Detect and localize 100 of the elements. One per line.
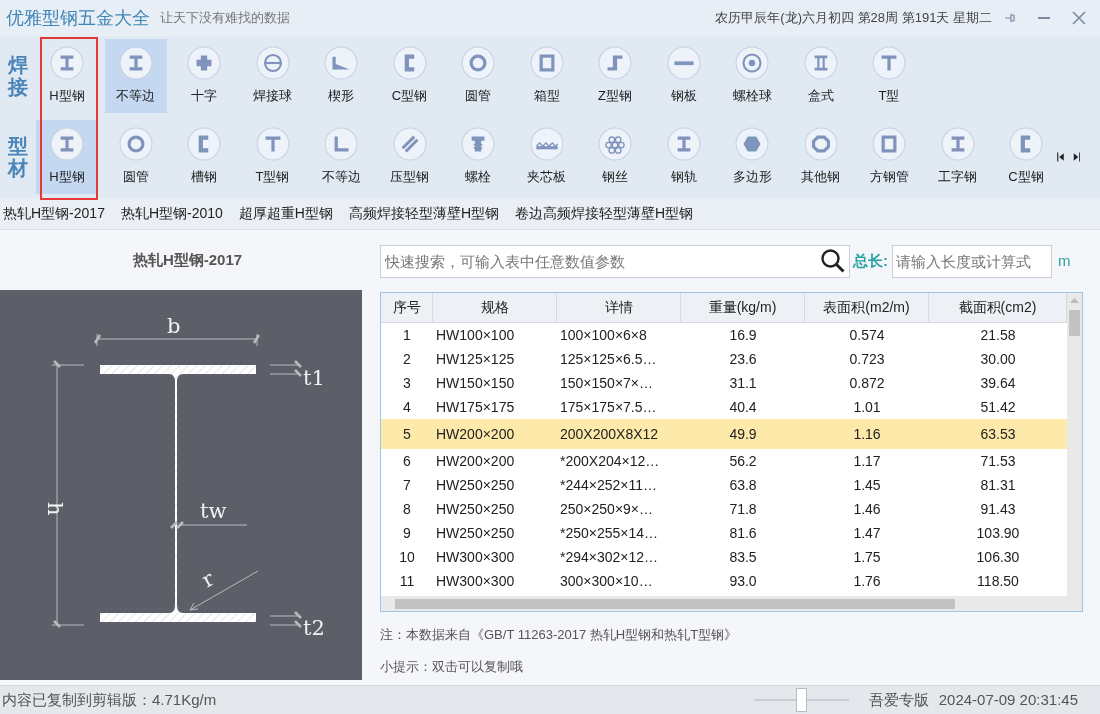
section-tool-button[interactable]: 盒式 (789, 39, 852, 113)
profile-title: 热轧H型钢-2017 (131, 249, 243, 270)
table-cell-text: 83.5 (729, 547, 757, 567)
section-tool-button[interactable]: 方钢管 (858, 120, 920, 194)
search-icon[interactable] (820, 248, 846, 274)
scroll-up-icon[interactable] (1069, 296, 1080, 304)
subtype-tab[interactable]: 超厚超重H型钢 (238, 203, 333, 224)
section-tool-button[interactable]: 不等边 (104, 39, 167, 113)
group-label: 型材 (8, 135, 28, 179)
section-tool-button[interactable]: 钢丝 (584, 120, 646, 194)
scroll-right-icon[interactable] (1072, 150, 1080, 164)
length-field[interactable]: 请输入长度或计算式 (892, 245, 1052, 278)
table-cell-text: 0.872 (849, 373, 885, 393)
source-note: 注：本数据来自《GB/T 11263-2017 热轧H型钢和热轧T型钢》 (380, 626, 739, 644)
section-tool-button[interactable]: H型钢 (36, 120, 98, 194)
table-cell-text: 1.46 (853, 499, 881, 519)
table-cell-text: 81.6 (729, 523, 757, 543)
tee-icon (255, 127, 290, 162)
table-cell-text: 200X200X8X12 (560, 424, 659, 444)
table-cell-text: 5 (403, 424, 411, 444)
status-message: 内容已复制到剪辑版：4.71Kg/m (2, 689, 217, 710)
section-tool-button[interactable]: 夹芯板 (515, 120, 578, 194)
table-cell-text: 0.723 (849, 349, 885, 369)
column-header[interactable]: 表面积(m2/m) (805, 293, 929, 323)
scroll-left-icon[interactable] (1057, 150, 1065, 164)
subtype-tab[interactable]: 卷边高频焊接轻型薄壁H型钢 (515, 203, 694, 224)
subtype-tab[interactable]: 热轧H型钢-2017 (3, 203, 105, 224)
table-cell-text: *250×255×14… (560, 523, 659, 543)
table-cell-text: 56.2 (729, 451, 757, 471)
section-tool-button[interactable]: 钢板 (652, 39, 715, 113)
subtype-tab[interactable]: 高频焊接轻型薄壁H型钢 (348, 203, 500, 224)
section-tool-button[interactable]: 圆管 (447, 39, 509, 113)
section-tool-button[interactable]: 螺栓球 (721, 39, 783, 113)
wedge-icon (324, 46, 358, 81)
close-icon[interactable] (1072, 11, 1086, 25)
cross-icon (187, 46, 221, 81)
table-cell-text: 16.9 (729, 325, 757, 345)
angle-icon (324, 127, 358, 162)
table-cell-text: 63.53 (980, 424, 1016, 444)
table-cell-text: 23.6 (729, 349, 757, 369)
column-header[interactable]: 截面积(cm2) (929, 293, 1067, 323)
table-row[interactable]: 5 HW200×200 200X200X8X12 49.9 1.16 63.53 (381, 419, 1067, 449)
section-tool-button[interactable]: 焊接球 (241, 39, 304, 113)
section-tool-button[interactable]: T型 (858, 39, 920, 113)
section-tool-button[interactable]: 槽钢 (173, 120, 235, 194)
i-beam-icon (940, 127, 975, 162)
table-cell-text: 1.16 (853, 424, 881, 444)
section-tool-button[interactable]: 其他钢 (789, 120, 852, 194)
section-tool-button[interactable]: 工字钢 (926, 120, 989, 194)
table-cell-text: HW250×250 (436, 475, 515, 495)
table-cell-text: 150×150×7×… (560, 373, 654, 393)
i-beam-icon (50, 127, 84, 162)
table-cell-text: 63.8 (729, 475, 757, 495)
column-header[interactable]: 规格 (433, 293, 557, 323)
bolt-icon (461, 127, 495, 162)
table-cell-text: 1.76 (853, 571, 881, 591)
vertical-scrollbar[interactable] (1067, 293, 1082, 596)
ring-icon (461, 46, 495, 81)
scrollbar-thumb[interactable] (395, 598, 955, 609)
scrollbar-thumb[interactable] (1069, 310, 1080, 336)
section-tool-button[interactable]: 箱型 (515, 39, 578, 113)
section-tool-button[interactable]: C型钢 (378, 39, 441, 113)
column-header[interactable]: 详情 (557, 293, 681, 323)
wave-icon (529, 127, 564, 162)
section-tool-button[interactable]: Z型钢 (584, 39, 646, 113)
table-cell-text: 175×175×7.5… (560, 397, 657, 417)
table-cell-text: 49.9 (729, 424, 757, 444)
table-cell-text: 11 (399, 571, 415, 591)
minimize-icon[interactable] (1038, 16, 1050, 20)
channel-icon (187, 127, 221, 162)
table-cell-text: *200X204×12… (560, 451, 660, 471)
slider-thumb[interactable] (795, 688, 807, 712)
section-tool-button[interactable]: 十字 (173, 39, 235, 113)
section-tool-button[interactable]: 多边形 (721, 120, 783, 194)
section-tool-button[interactable]: C型钢 (995, 120, 1057, 194)
section-tool-button[interactable]: H型钢 (36, 39, 98, 113)
table-cell-text: 1.75 (853, 547, 881, 567)
horizontal-scrollbar[interactable] (381, 596, 1082, 611)
section-tool-button[interactable]: 圆管 (104, 120, 167, 194)
circles-icon (598, 127, 632, 162)
dimension-label: t2 (303, 616, 325, 640)
table-cell-text: 91.43 (980, 499, 1016, 519)
section-tool-button[interactable]: 压型钢 (378, 120, 441, 194)
pin-icon[interactable] (1004, 12, 1016, 24)
column-header[interactable]: 序号 (381, 293, 433, 323)
stripes-icon (392, 127, 427, 162)
column-header[interactable]: 重量(kg/m) (681, 293, 805, 323)
table-cell-text: 250×250×9×… (560, 499, 654, 519)
section-tool-button[interactable]: 楔形 (310, 39, 372, 113)
section-tool-button[interactable]: 螺栓 (447, 120, 509, 194)
search-field[interactable]: 快速搜索，可输入表中任意数值参数 (380, 245, 850, 278)
subtype-tab[interactable]: 热轧H型钢-2010 (120, 203, 223, 224)
table-cell-text: HW300×300 (436, 571, 515, 591)
section-tool-button[interactable]: 钢轨 (652, 120, 715, 194)
length-label: 总长: (853, 251, 888, 272)
z-section-icon (598, 46, 632, 81)
section-tool-button[interactable]: T型钢 (241, 120, 304, 194)
app-title: 优雅型钢五金大全 (6, 6, 150, 30)
tip-text: 小提示：双击可以复制哦 (380, 657, 524, 676)
section-tool-button[interactable]: 不等边 (310, 120, 372, 194)
